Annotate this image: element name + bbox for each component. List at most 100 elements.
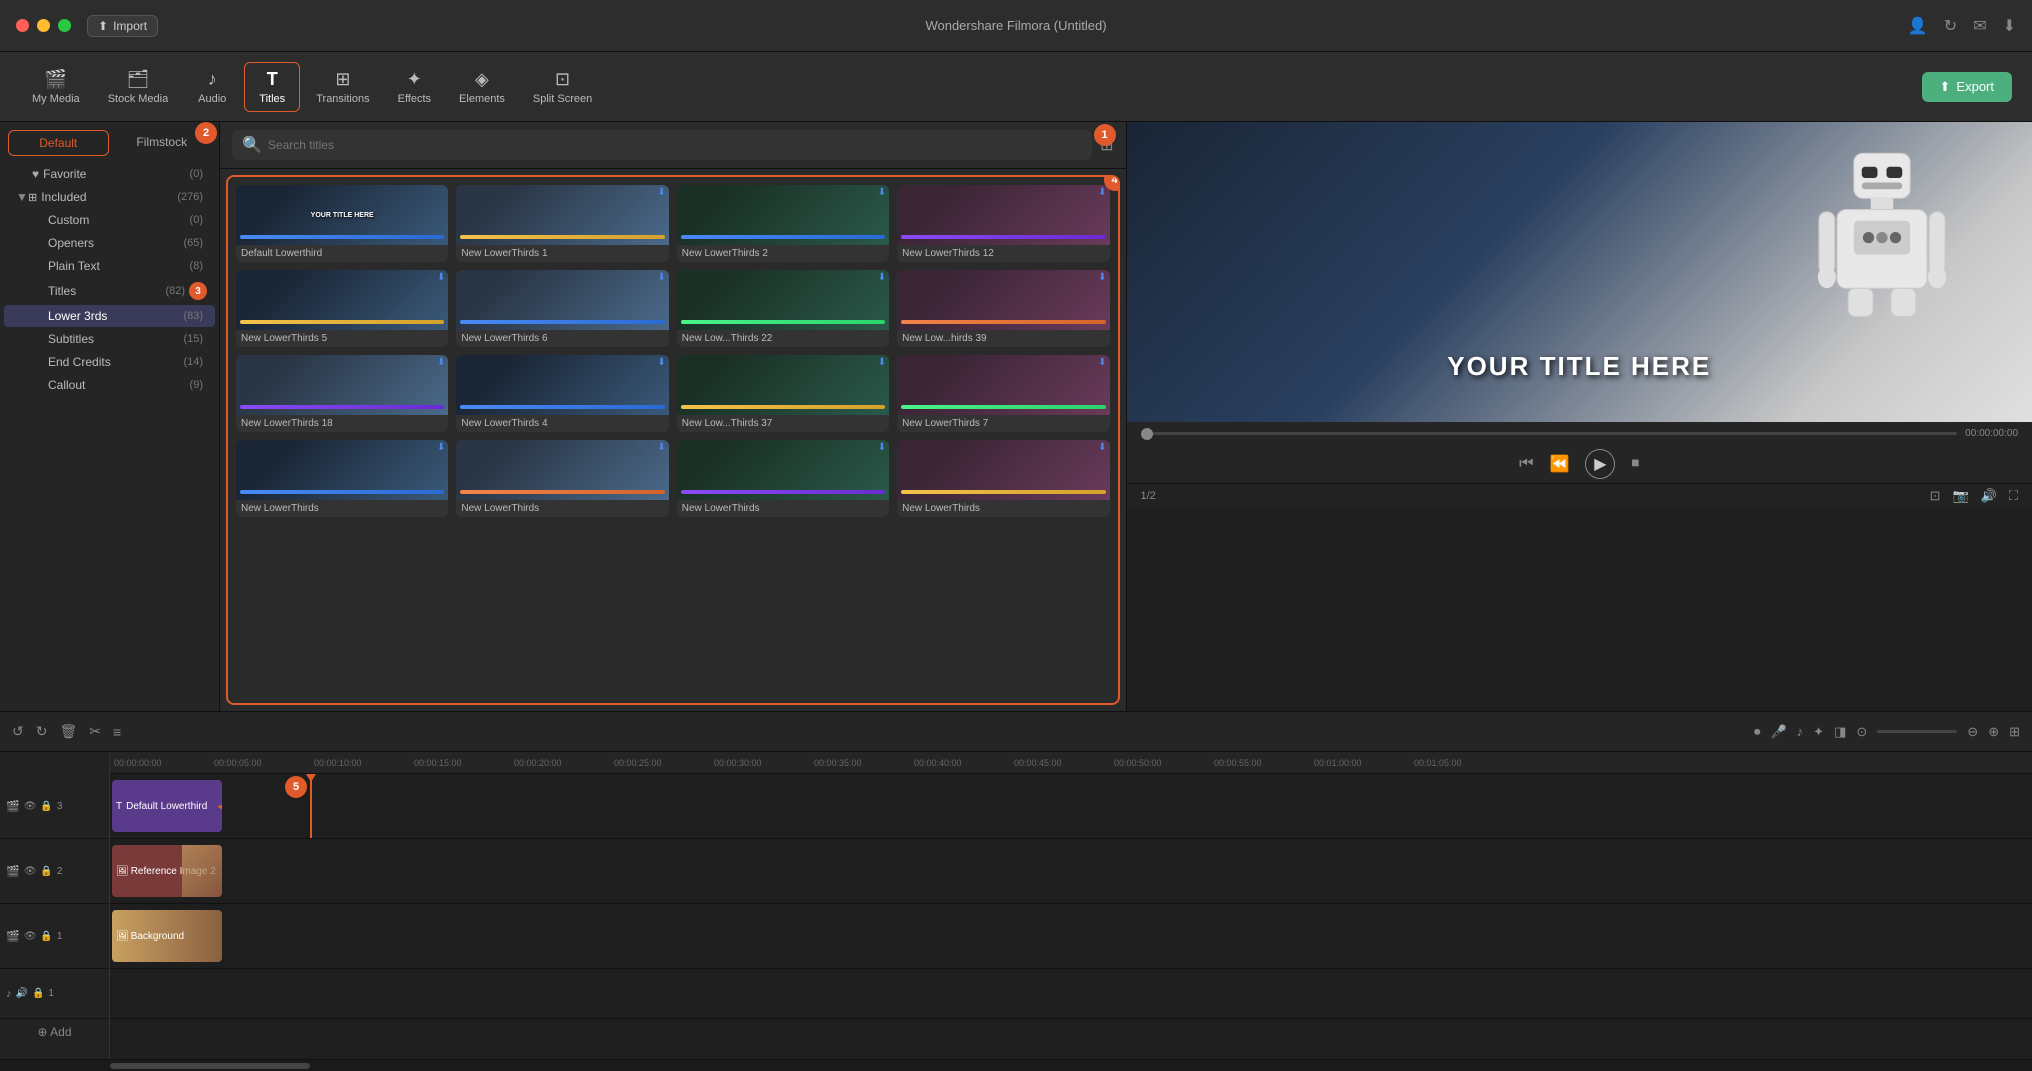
tree-item-end-credits[interactable]: End Credits (14)	[4, 351, 215, 373]
toolbar-effects[interactable]: ✦ Effects	[386, 63, 443, 111]
tree-item-plain-text[interactable]: Plain Text (8)	[4, 255, 215, 277]
audio-vol-icon[interactable]: 🔊	[16, 988, 28, 999]
zoom-full-icon[interactable]: ⊕	[1988, 724, 1999, 740]
toolbar-my-media[interactable]: 🎬 My Media	[20, 63, 92, 111]
card-new-lowerthirds-22[interactable]: ⬇ New Low...Thirds 22	[677, 270, 889, 347]
list-button[interactable]: ≡	[113, 724, 121, 740]
zoom-level: 1/2	[1141, 490, 1156, 502]
delete-button[interactable]: 🗑	[59, 723, 77, 740]
undo-button[interactable]: ↺	[12, 723, 24, 740]
screen-icon[interactable]: ⊡	[1930, 488, 1941, 504]
tree-item-custom[interactable]: Custom (0)	[4, 209, 215, 231]
tree-included-count: (276)	[177, 191, 203, 203]
reference-clip[interactable]: 🖼 Reference Image 2	[112, 845, 222, 897]
split-screen-icon: ⊡	[555, 69, 570, 90]
tree-end-credits-label: End Credits	[48, 355, 183, 369]
preview-progress-bar: 00:00:00:00	[1127, 422, 2032, 445]
tree-openers-label: Openers	[48, 236, 183, 250]
card-new-lowerthirds-2[interactable]: ⬇ New LowerThirds 2	[677, 185, 889, 262]
tree-item-subtitles[interactable]: Subtitles (15)	[4, 328, 215, 350]
lock-icon-2[interactable]: 🔒	[40, 866, 52, 877]
media-panel: 1 🔍 ⊞ 4 YOUR TITLE HER	[220, 122, 1127, 711]
tree-item-favorite[interactable]: ♥ Favorite (0)	[4, 163, 215, 185]
tree-titles-count: (82)	[165, 285, 185, 297]
close-button[interactable]	[16, 19, 29, 32]
tab-default[interactable]: Default	[8, 130, 109, 156]
card-default-lowerthird[interactable]: YOUR TITLE HERE Default Lowerthird	[236, 185, 448, 262]
record-icon[interactable]: ⏺	[1754, 724, 1761, 740]
search-input[interactable]	[268, 138, 1082, 152]
card-new-lowerthirds-12[interactable]: ⬇ New LowerThirds 12	[897, 185, 1109, 262]
add-track-button[interactable]: ⊕ Add	[0, 1019, 109, 1045]
title-clip-icon: T	[116, 801, 122, 812]
track-1-num: 1	[57, 931, 63, 942]
export-button[interactable]: ⬆ Export	[1922, 72, 2012, 102]
eye-icon-2[interactable]: 👁	[24, 866, 37, 877]
ruler-mark: 00:00:05:00	[210, 758, 310, 768]
account-icon[interactable]: 👤	[1908, 16, 1928, 36]
maximize-button[interactable]	[58, 19, 71, 32]
fullscreen-icon[interactable]: ⛶	[2009, 488, 2018, 504]
lock-icon-3[interactable]: 🔒	[40, 801, 52, 812]
timeline-scrollbar[interactable]	[0, 1059, 2032, 1071]
progress-slider[interactable]	[1141, 432, 1958, 435]
zoom-out-icon[interactable]: ⊖	[1967, 724, 1978, 740]
toolbar-transitions[interactable]: ⊞ Transitions	[304, 63, 381, 111]
bg-clip[interactable]: 🖼 Background	[112, 910, 222, 962]
tree-item-titles[interactable]: Titles (82) 3	[4, 278, 215, 304]
card-new-lowerthirds-b[interactable]: ⬇ New LowerThirds	[456, 440, 668, 517]
snapshot-icon[interactable]: 📷	[1953, 488, 1969, 504]
import-button[interactable]: ⬆ Import	[87, 15, 158, 37]
title-clip[interactable]: T Default Lowerthird ◀	[112, 780, 222, 832]
card-new-lowerthirds-18[interactable]: ⬇ New LowerThirds 18	[236, 355, 448, 432]
card-new-lowerthirds-39[interactable]: ⬇ New Low...hirds 39	[897, 270, 1109, 347]
redo-button[interactable]: ↻	[36, 723, 48, 740]
zoom-slider[interactable]	[1877, 730, 1957, 733]
tree-item-lower-3rds[interactable]: Lower 3rds (83)	[4, 305, 215, 327]
toolbar-elements[interactable]: ◈ Elements	[447, 63, 517, 111]
toolbar-stock-media[interactable]: 🗂 Stock Media	[96, 63, 181, 111]
card-new-lowerthirds-d[interactable]: ⬇ New LowerThirds	[897, 440, 1109, 517]
eye-icon-1[interactable]: 👁	[24, 931, 37, 942]
tree-lower-3rds-label: Lower 3rds	[48, 309, 183, 323]
card-new-lowerthirds-1[interactable]: ⬇ New LowerThirds 1	[456, 185, 668, 262]
tree-item-included[interactable]: ▼ ⊞ Included (276)	[4, 186, 215, 208]
toolbar-audio[interactable]: ♪ Audio	[184, 63, 240, 111]
card-new-lowerthirds-5[interactable]: ⬇ New LowerThirds 5	[236, 270, 448, 347]
color-icon[interactable]: ◨	[1834, 724, 1846, 740]
tree-item-callout[interactable]: Callout (9)	[4, 374, 215, 396]
refresh-icon[interactable]: ↻	[1944, 16, 1957, 36]
card-new-lowerthirds-6[interactable]: ⬇ New LowerThirds 6	[456, 270, 668, 347]
audio-lock-icon[interactable]: 🔒	[32, 988, 44, 999]
skip-back-button[interactable]: ⏮	[1519, 455, 1533, 473]
track-label-audio: ♪ 🔊 🔒 1	[0, 969, 109, 1019]
cut-button[interactable]: ✂	[89, 723, 101, 740]
stop-button[interactable]: ⏹	[1631, 455, 1639, 473]
effect-icon[interactable]: ✦	[1813, 724, 1824, 740]
grid-view-icon[interactable]: ⊞	[2009, 724, 2020, 740]
download-icon[interactable]: ⬇	[2003, 16, 2016, 36]
mail-icon[interactable]: ✉	[1973, 16, 1986, 36]
track-row-3: T Default Lowerthird ◀ 5	[110, 774, 2032, 839]
timeline-tracks-scroll[interactable]: 00:00:00:00 00:00:05:00 00:00:10:00 00:0…	[110, 752, 2032, 1059]
card-new-lowerthirds-37[interactable]: ⬇ New Low...Thirds 37	[677, 355, 889, 432]
toolbar-split-screen[interactable]: ⊡ Split Screen	[521, 63, 604, 111]
robot-graphic	[1812, 142, 1952, 322]
card-new-lowerthirds-7[interactable]: ⬇ New LowerThirds 7	[897, 355, 1109, 432]
snap-icon[interactable]: ⊙	[1856, 724, 1867, 740]
voice-icon[interactable]: 🎤	[1770, 724, 1786, 740]
eye-icon-3[interactable]: 👁	[24, 801, 37, 812]
audio-icon: ♪	[208, 69, 217, 90]
step-back-button[interactable]: ⏪	[1549, 454, 1569, 474]
card-new-lowerthirds-4[interactable]: ⬇ New LowerThirds 4	[456, 355, 668, 432]
toolbar-titles[interactable]: T Titles	[244, 62, 300, 112]
lock-icon-1[interactable]: 🔒	[40, 931, 52, 942]
tree-item-openers[interactable]: Openers (65)	[4, 232, 215, 254]
scrollbar-thumb[interactable]	[110, 1063, 310, 1069]
card-new-lowerthirds-a[interactable]: ⬇ New LowerThirds	[236, 440, 448, 517]
volume-icon[interactable]: 🔊	[1981, 488, 1997, 504]
music-icon[interactable]: ♪	[1797, 724, 1804, 739]
minimize-button[interactable]	[37, 19, 50, 32]
play-button[interactable]: ▶	[1585, 449, 1615, 479]
card-new-lowerthirds-c[interactable]: ⬇ New LowerThirds	[677, 440, 889, 517]
